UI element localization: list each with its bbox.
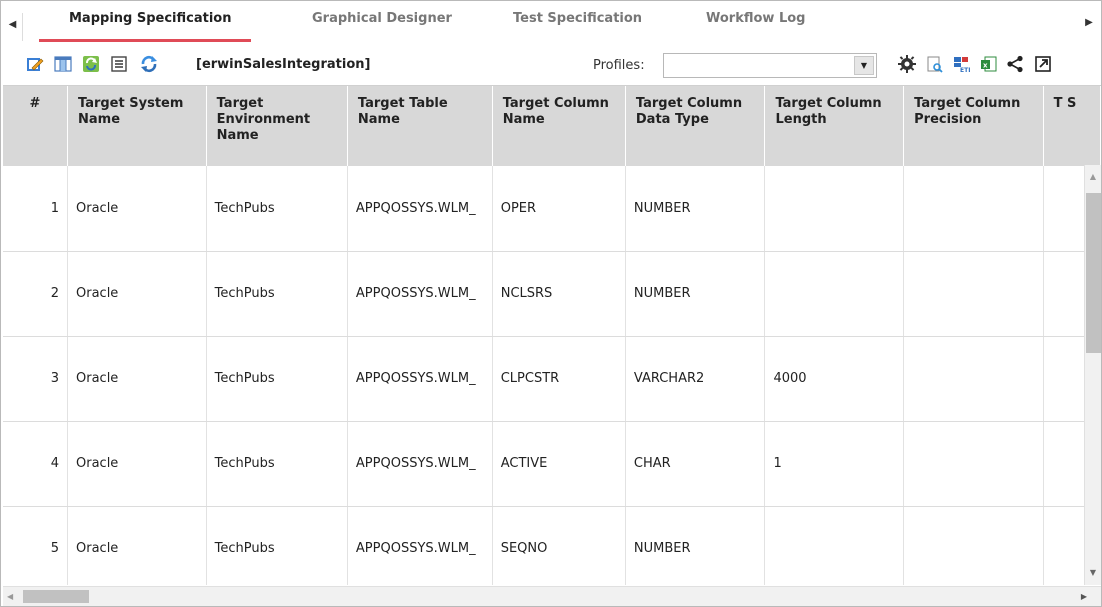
column-header-truncated[interactable]: T S <box>1043 86 1101 166</box>
table-row[interactable]: 3 Oracle TechPubs APPQOSSYS.WLM_ CLPCSTR… <box>3 336 1101 422</box>
cell-target-column-data-type[interactable]: NUMBER <box>625 166 766 252</box>
table-row[interactable]: 5 Oracle TechPubs APPQOSSYS.WLM_ SEQNO N… <box>3 506 1101 585</box>
excel-icon[interactable]: x <box>979 54 999 74</box>
edit-icon[interactable] <box>25 54 45 74</box>
scroll-right-icon[interactable]: ▶ <box>1081 589 1087 605</box>
cell-target-column-length[interactable] <box>764 506 905 585</box>
preview-icon[interactable] <box>925 54 945 74</box>
column-header-target-column-length[interactable]: Target Column Length <box>764 86 905 166</box>
cell-target-column-precision[interactable] <box>903 166 1044 252</box>
cell-target-column-precision[interactable] <box>903 336 1044 422</box>
cell-target-environment-name[interactable]: TechPubs <box>206 166 348 252</box>
refresh-icon[interactable] <box>139 54 159 74</box>
cell-target-column-name[interactable]: SEQNO <box>492 506 626 585</box>
row-number: 3 <box>3 336 68 422</box>
cell-target-system-name[interactable]: Oracle <box>67 421 207 507</box>
table-row[interactable]: 4 Oracle TechPubs APPQOSSYS.WLM_ ACTIVE … <box>3 421 1101 507</box>
toolbar: [erwinSalesIntegration] Profiles: ▼ ETL … <box>1 49 1101 81</box>
settings-gear-icon[interactable] <box>897 54 917 74</box>
tab-bar: ◀ Mapping Specification Graphical Design… <box>1 1 1101 45</box>
cell-target-column-data-type[interactable]: CHAR <box>625 421 766 507</box>
table-header-row: # Target System Name Target Environment … <box>3 86 1101 166</box>
cell-target-column-length[interactable]: 1 <box>764 421 905 507</box>
mapping-table: # Target System Name Target Environment … <box>3 86 1101 585</box>
column-header-target-column-precision[interactable]: Target Column Precision <box>903 86 1044 166</box>
row-number: 2 <box>3 251 68 337</box>
tab-test-specification[interactable]: Test Specification <box>513 11 642 26</box>
cell-target-column-precision[interactable] <box>903 251 1044 337</box>
cell-target-environment-name[interactable]: TechPubs <box>206 251 348 337</box>
cell-target-table-name[interactable]: APPQOSSYS.WLM_ <box>347 421 493 507</box>
horizontal-scrollbar[interactable]: ◀ ▶ <box>3 586 1101 606</box>
cell-target-table-name[interactable]: APPQOSSYS.WLM_ <box>347 336 493 422</box>
columns-icon[interactable] <box>53 54 73 74</box>
cell-target-column-name[interactable]: ACTIVE <box>492 421 626 507</box>
cell-target-environment-name[interactable]: TechPubs <box>206 336 348 422</box>
tab-workflow-log[interactable]: Workflow Log <box>706 11 806 26</box>
horizontal-scroll-thumb[interactable] <box>23 590 89 603</box>
svg-text:ETL: ETL <box>960 67 970 73</box>
cell-target-column-name[interactable]: CLPCSTR <box>492 336 626 422</box>
share-icon[interactable] <box>1005 54 1025 74</box>
list-icon[interactable] <box>109 54 129 74</box>
sync-icon[interactable] <box>81 54 101 74</box>
svg-text:x: x <box>983 62 988 70</box>
vertical-scrollbar[interactable]: ▲ ▼ <box>1084 165 1101 585</box>
cell-target-column-name[interactable]: NCLSRS <box>492 251 626 337</box>
row-number: 1 <box>3 166 68 252</box>
cell-target-column-data-type[interactable]: VARCHAR2 <box>625 336 766 422</box>
cell-target-table-name[interactable]: APPQOSSYS.WLM_ <box>347 251 493 337</box>
cell-target-column-data-type[interactable]: NUMBER <box>625 251 766 337</box>
row-number: 4 <box>3 421 68 507</box>
row-number: 5 <box>3 506 68 585</box>
chevron-down-icon[interactable]: ▼ <box>854 56 874 75</box>
cell-target-column-data-type[interactable]: NUMBER <box>625 506 766 585</box>
etl-icon[interactable]: ETL <box>951 54 971 74</box>
column-header-number[interactable]: # <box>3 86 68 166</box>
cell-target-system-name[interactable]: Oracle <box>67 336 207 422</box>
cell-target-column-length[interactable] <box>764 251 905 337</box>
vertical-scroll-thumb[interactable] <box>1086 193 1101 353</box>
profiles-dropdown[interactable]: ▼ <box>663 53 877 78</box>
scroll-up-icon[interactable]: ▲ <box>1085 169 1101 185</box>
table-row[interactable]: 1 Oracle TechPubs APPQOSSYS.WLM_ OPER NU… <box>3 166 1101 252</box>
tab-scroll-right-icon[interactable]: ▶ <box>1079 11 1099 35</box>
tab-scroll-left-icon[interactable]: ◀ <box>3 13 23 41</box>
column-header-target-system-name[interactable]: Target System Name <box>67 86 207 166</box>
popout-icon[interactable] <box>1033 54 1053 74</box>
table-row[interactable]: 2 Oracle TechPubs APPQOSSYS.WLM_ NCLSRS … <box>3 251 1101 337</box>
column-header-target-environment-name[interactable]: Target Environment Name <box>206 86 348 166</box>
scroll-down-icon[interactable]: ▼ <box>1085 565 1101 581</box>
cell-target-environment-name[interactable]: TechPubs <box>206 506 348 585</box>
cell-target-system-name[interactable]: Oracle <box>67 251 207 337</box>
column-header-target-column-name[interactable]: Target Column Name <box>492 86 626 166</box>
tab-mapping-specification[interactable]: Mapping Specification <box>69 11 231 26</box>
tab-graphical-designer[interactable]: Graphical Designer <box>312 11 452 26</box>
cell-target-column-precision[interactable] <box>903 421 1044 507</box>
cell-target-system-name[interactable]: Oracle <box>67 166 207 252</box>
column-header-target-column-data-type[interactable]: Target Column Data Type <box>625 86 766 166</box>
cell-target-column-precision[interactable] <box>903 506 1044 585</box>
profiles-label: Profiles: <box>593 58 645 73</box>
cell-target-environment-name[interactable]: TechPubs <box>206 421 348 507</box>
scroll-left-icon[interactable]: ◀ <box>7 589 13 605</box>
active-tab-indicator <box>39 39 251 42</box>
column-header-target-table-name[interactable]: Target Table Name <box>347 86 493 166</box>
mapping-window: ◀ Mapping Specification Graphical Design… <box>0 0 1102 607</box>
cell-target-table-name[interactable]: APPQOSSYS.WLM_ <box>347 506 493 585</box>
cell-target-table-name[interactable]: APPQOSSYS.WLM_ <box>347 166 493 252</box>
project-name: [erwinSalesIntegration] <box>196 57 371 72</box>
cell-target-column-name[interactable]: OPER <box>492 166 626 252</box>
cell-target-system-name[interactable]: Oracle <box>67 506 207 585</box>
cell-target-column-length[interactable]: 4000 <box>764 336 905 422</box>
cell-target-column-length[interactable] <box>764 166 905 252</box>
mapping-grid: # Target System Name Target Environment … <box>3 85 1101 585</box>
